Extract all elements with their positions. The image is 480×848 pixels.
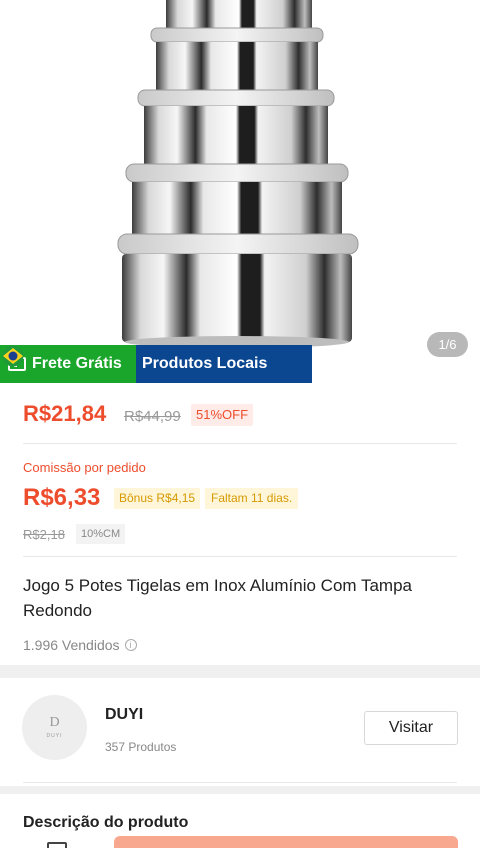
- shop-name[interactable]: DUYI: [105, 706, 143, 724]
- info-icon[interactable]: i: [124, 639, 137, 651]
- commission-old-value: R$2,18: [23, 527, 65, 542]
- bottom-action-bar: [0, 832, 480, 848]
- primary-action-button[interactable]: [114, 836, 458, 848]
- shop-product-count: 357 Produtos: [105, 740, 177, 754]
- original-price: R$44,99: [124, 408, 181, 425]
- visit-shop-button[interactable]: Visitar: [364, 711, 458, 745]
- product-badges: Frete Grátis Produtos Locais: [0, 345, 312, 383]
- commission-label: Comissão por pedido: [23, 460, 146, 475]
- commission-value: R$6,33: [23, 484, 101, 511]
- free-shipping-label: Frete Grátis: [32, 355, 122, 372]
- bonus-badge: Bônus R$4,15: [114, 488, 201, 509]
- divider: [23, 782, 457, 783]
- sold-count-label: 1.996 Vendidos: [23, 637, 120, 653]
- image-counter: 1/6: [427, 332, 468, 357]
- sold-count: 1.996 Vendidos i: [23, 637, 137, 653]
- product-page: 1/6 Frete Grátis Produtos Locais R$21,84…: [0, 0, 480, 848]
- product-info-card: R$21,84 R$44,99 51%OFF Comissão por pedi…: [0, 384, 480, 665]
- shop-avatar-monogram: D: [49, 715, 60, 730]
- shop-avatar-text: DUYI: [46, 733, 63, 739]
- commission-rate-badge: 10%CM: [76, 524, 126, 544]
- divider: [23, 556, 457, 557]
- product-image-carousel[interactable]: 1/6 Frete Grátis Produtos Locais: [0, 0, 480, 384]
- shop-avatar[interactable]: D DUYI: [22, 695, 87, 760]
- local-products-label: Produtos Locais: [142, 355, 268, 372]
- description-title: Descrição do produto: [23, 814, 189, 831]
- shop-card: D DUYI DUYI 357 Produtos Visitar: [0, 678, 480, 786]
- store-icon[interactable]: [47, 842, 67, 848]
- divider: [23, 443, 457, 444]
- discount-badge: 51%OFF: [191, 404, 254, 426]
- steel-bowls-image: [117, 0, 359, 348]
- deadline-badge: Faltam 11 dias.: [205, 488, 299, 509]
- product-price: R$21,84: [23, 401, 107, 426]
- local-products-badge: Produtos Locais: [2, 345, 312, 383]
- product-image[interactable]: 1/6: [18, 0, 468, 384]
- brazil-flag-icon: [2, 345, 24, 367]
- product-title: Jogo 5 Potes Tigelas em Inox Alumínio Co…: [23, 576, 412, 620]
